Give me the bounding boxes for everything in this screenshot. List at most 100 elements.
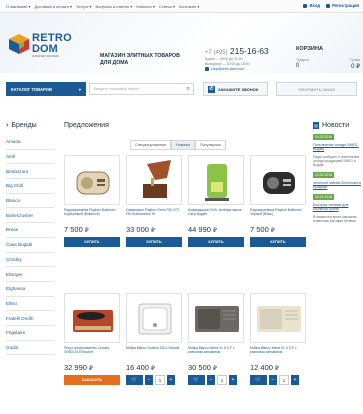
brand-item[interactable]: Crosley xyxy=(6,253,54,268)
offers-section: Предложения Спецпредложения Новинки Попу… xyxy=(64,122,306,385)
tab-special[interactable]: Спецпредложения xyxy=(130,140,171,150)
brand-item[interactable]: Amana xyxy=(6,135,54,150)
product-name[interactable]: Кофемашина DIVA, зелёная эмаль Casa Buga… xyxy=(188,208,244,225)
quantity-stepper: 🛒 − 1 + xyxy=(250,375,306,385)
order-button[interactable]: ЗАКАЗАТЬ xyxy=(64,375,120,385)
brand-item[interactable]: Frigidaire xyxy=(6,326,54,341)
product-name[interactable]: Радиоприемник Playbox Bullamori Черный (… xyxy=(250,208,306,225)
login-link[interactable]: Вход xyxy=(303,3,320,8)
brand-item[interactable]: Fratelli Onofri xyxy=(6,311,54,326)
login-icon xyxy=(303,3,308,8)
brand-item[interactable]: Casa Bugatti xyxy=(6,238,54,253)
quantity-field[interactable]: 1 xyxy=(155,375,165,385)
product-name[interactable]: Ретро проигрыватель Crosley CR6017A Exec… xyxy=(64,346,120,363)
quantity-stepper: 🛒 − 1 + xyxy=(126,375,182,385)
cart-title: КОРЗИНА xyxy=(296,46,324,52)
search-icon[interactable]: ⌕ xyxy=(187,86,190,93)
quantity-field[interactable]: 1 xyxy=(279,375,289,385)
buy-button[interactable]: КУПИТЬ xyxy=(250,237,306,247)
site-logo[interactable]: RETRO DOM ИНТЕРНЕТ-МАГАЗИН xyxy=(8,30,88,70)
product-price: 16 400 ₽ xyxy=(126,363,155,372)
product-image[interactable] xyxy=(188,293,244,343)
nav-link-articles[interactable]: Статьи ▾ xyxy=(159,4,175,9)
minus-button[interactable]: − xyxy=(207,375,215,385)
product-price: 32 990 ₽ xyxy=(64,363,93,372)
search-input[interactable]: Введите поисковый запрос ⌕ xyxy=(89,83,194,95)
add-to-cart-icon[interactable]: 🛒 xyxy=(250,375,267,385)
news-date: 23.01.2016 xyxy=(313,171,334,178)
brands-sidebar: › Бренды Amana Atoll Bertazzoni Big Chill… xyxy=(6,122,54,356)
add-to-cart-icon[interactable]: 🛒 xyxy=(126,375,143,385)
brand-item[interactable]: Big Chill xyxy=(6,179,54,194)
request-call-button[interactable]: ✆ ЗАКАЖИТЕ ЗВОНОК xyxy=(203,82,268,96)
toolbar: КАТАЛОГ ТОВАРОВ ▾ Введите поисковый запр… xyxy=(0,80,363,99)
product-price: 7 500 ₽ xyxy=(64,225,89,234)
nav-link-news[interactable]: Новости ▾ xyxy=(136,4,155,9)
product-name[interactable]: Радиоприемник Playbox Bullamori Коричнев… xyxy=(64,208,120,225)
buy-button[interactable]: КУПИТЬ xyxy=(188,237,244,247)
buy-button[interactable]: КУПИТЬ xyxy=(126,237,182,247)
product-image[interactable] xyxy=(126,293,182,343)
nav-link-about[interactable]: О магазине ▾ xyxy=(6,4,30,9)
minus-button[interactable]: − xyxy=(145,375,153,385)
news-link[interactable]: Быстрая техника для стильной кухни xyxy=(313,203,363,212)
product-card: Мойка Blanco Metra XL 6 S-F с клапаном-а… xyxy=(250,293,306,385)
news-icon: ▤ xyxy=(313,122,319,129)
tab-popular[interactable]: Популярные xyxy=(195,140,226,150)
plus-button[interactable]: + xyxy=(291,375,299,385)
product-name[interactable]: Мойка Blanco Metra XL 6 S-F с клапаном-а… xyxy=(188,346,244,363)
product-image[interactable] xyxy=(188,155,244,205)
add-to-cart-icon[interactable]: 🛒 xyxy=(188,375,205,385)
brand-item[interactable]: Godin xyxy=(6,341,54,356)
checkout-button[interactable]: ОФОРМИТЬ ЗАКАЗ xyxy=(276,82,357,96)
email-link[interactable]: shop@retro-dom.com xyxy=(211,67,244,71)
buy-button[interactable]: КУПИТЬ xyxy=(64,237,120,247)
cart-sum-label: Сумма xyxy=(349,58,360,62)
news-excerpt: Рады сообщить о пополнении склада продук… xyxy=(313,154,360,167)
product-name[interactable]: Мойка Blanco Subline 320-U белый xyxy=(126,346,182,363)
product-name[interactable]: Граммофон Playbox Retro PB-1077-FM Gramm… xyxy=(126,208,182,225)
nav-link-delivery[interactable]: Доставка и оплата ▾ xyxy=(34,4,72,9)
cart-sum-value: 0 ₽ xyxy=(351,64,360,70)
product-card: Кофемашина DIVA, зелёная эмаль Casa Buga… xyxy=(188,155,244,247)
nav-link-contacts[interactable]: Контакты ▾ xyxy=(179,4,199,9)
news-date: 12.01.2016 xyxy=(313,194,334,201)
nav-link-services[interactable]: Услуги ▾ xyxy=(76,4,91,9)
brand-item[interactable]: Blanco xyxy=(6,194,54,209)
brand-item[interactable]: Atoll xyxy=(6,150,54,165)
news-link[interactable]: Пополнение склада SMEG, Bugatti xyxy=(313,143,363,152)
product-image[interactable] xyxy=(250,155,306,205)
product-image[interactable] xyxy=(250,293,306,343)
brand-item[interactable]: Brean xyxy=(6,223,54,238)
product-price: 7 500 ₽ xyxy=(250,225,275,234)
product-price: 44 990 ₽ xyxy=(188,225,217,234)
register-link[interactable]: Регистрация xyxy=(326,3,359,8)
header-cart[interactable]: КОРЗИНА Товаров Сумма 0 0 ₽ xyxy=(296,46,363,70)
phone-number[interactable]: 215-16-63 xyxy=(230,46,269,56)
product-image[interactable] xyxy=(64,293,120,343)
top-nav-links: О магазине ▾ Доставка и оплата ▾ Услуги … xyxy=(6,4,199,9)
header-phone: +7 (495) 215-16-63 Будни — 09:00 до 21:0… xyxy=(205,46,285,71)
brand-item[interactable]: Elleci xyxy=(6,297,54,312)
plus-button[interactable]: + xyxy=(229,375,237,385)
product-image[interactable] xyxy=(64,155,120,205)
phone-code: +7 (495) xyxy=(205,50,228,56)
plus-button[interactable]: + xyxy=(167,375,175,385)
quantity-field[interactable]: 1 xyxy=(217,375,227,385)
product-name[interactable]: Мойка Blanco Metra XL 6 S-F с клапаном-а… xyxy=(250,346,306,363)
brand-item[interactable]: Elghansa xyxy=(6,282,54,297)
catalog-button[interactable]: КАТАЛОГ ТОВАРОВ ▾ xyxy=(6,82,86,96)
product-image[interactable] xyxy=(126,155,182,205)
site-header: RETRO DOM ИНТЕРНЕТ-МАГАЗИН МАГАЗИН ЭЛИТН… xyxy=(0,13,363,73)
register-icon xyxy=(326,3,331,8)
quantity-stepper: 🛒 − 1 + xyxy=(188,375,244,385)
brand-item[interactable]: Bertazzoni xyxy=(6,164,54,180)
product-card: Мойка Blanco Subline 320-U белый 16 400 … xyxy=(126,293,182,385)
brand-item[interactable]: BoneCrusher xyxy=(6,208,54,224)
news-title: Новости xyxy=(322,122,350,129)
brand-item[interactable]: Elsinger xyxy=(6,267,54,282)
tab-new[interactable]: Новинки xyxy=(171,140,196,150)
minus-button[interactable]: − xyxy=(269,375,277,385)
nav-link-faq[interactable]: Вопросы и ответы ▾ xyxy=(95,4,132,9)
news-link[interactable]: Зеленый чайник Kitchenaid в продаже xyxy=(313,181,363,190)
